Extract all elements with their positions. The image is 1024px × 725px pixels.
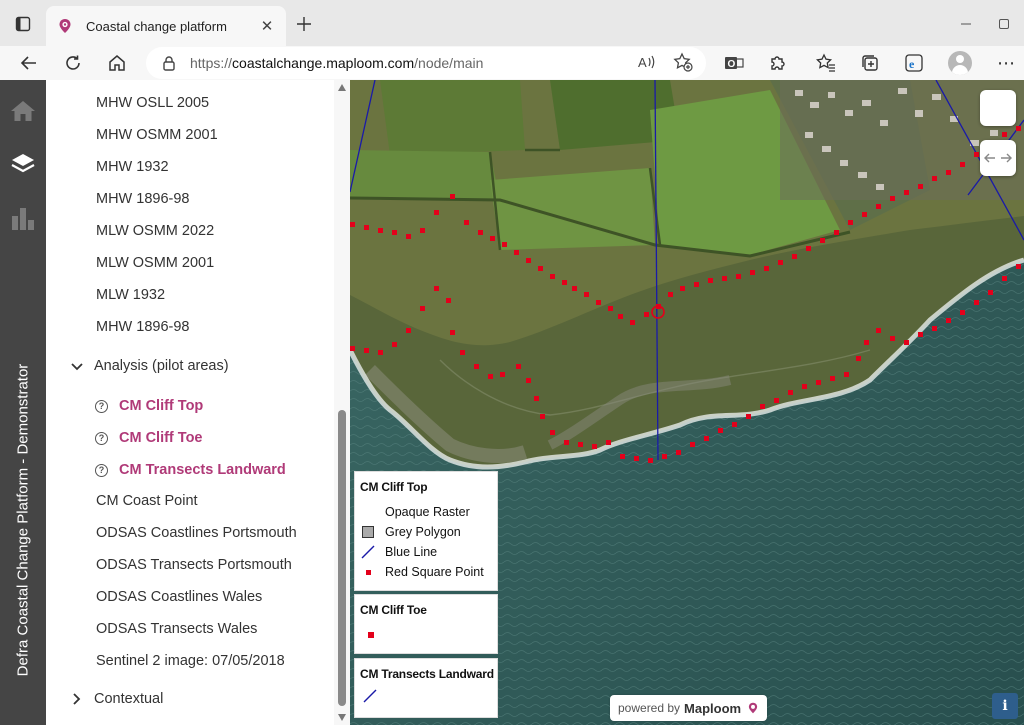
help-icon[interactable]: ?: [95, 464, 108, 477]
browser-toolbar: https://coastalchange.maploom.com/node/m…: [0, 46, 1024, 80]
read-aloud-icon[interactable]: A: [636, 51, 658, 73]
svg-text:e: e: [909, 57, 915, 71]
layer-item[interactable]: MLW 1932: [96, 287, 165, 303]
favorites-icon[interactable]: [814, 51, 838, 75]
help-icon[interactable]: ?: [95, 400, 108, 413]
minimize-icon[interactable]: [956, 14, 976, 34]
map-view[interactable]: CM Cliff Top Opaque Raster Grey Polygon …: [350, 80, 1024, 725]
extensions-puzzle-icon[interactable]: [766, 51, 790, 75]
legend-row: Blue Line: [361, 544, 437, 560]
new-tab-button[interactable]: [292, 12, 316, 36]
browser-tab-bar: Coastal change platform ✕: [0, 0, 1024, 46]
layer-item[interactable]: ODSAS Coastlines Portsmouth: [96, 525, 297, 541]
layer-item[interactable]: ODSAS Transects Wales: [96, 621, 257, 637]
grey-polygon-swatch: [361, 525, 375, 539]
internet-explorer-mode-icon[interactable]: e: [902, 51, 926, 75]
powered-by-badge[interactable]: powered by Maploom: [610, 695, 768, 721]
left-rail: Defra Coastal Change Platform - Demonstr…: [0, 80, 46, 725]
opaque-raster-swatch: [361, 505, 375, 519]
layer-item[interactable]: MHW OSMM 2001: [96, 127, 218, 143]
blue-line-swatch: [363, 689, 377, 708]
layers-icon[interactable]: [8, 150, 38, 180]
maximize-icon[interactable]: [994, 14, 1014, 34]
chart-icon[interactable]: [8, 204, 38, 234]
layer-item[interactable]: MHW OSLL 2005: [96, 95, 209, 111]
browser-tab[interactable]: Coastal change platform ✕: [46, 6, 286, 46]
legend-row: Grey Polygon: [361, 524, 461, 540]
layer-panel: MHW OSLL 2005 MHW OSMM 2001 MHW 1932 MHW…: [46, 80, 350, 725]
legend-title: CM Cliff Toe: [360, 603, 427, 617]
group-contextual[interactable]: Contextual: [94, 691, 163, 707]
layer-item[interactable]: MLW OSMM 2022: [96, 223, 214, 239]
layer-item[interactable]: MHW 1896-98: [96, 319, 189, 335]
layer-item[interactable]: CM Coast Point: [96, 493, 198, 509]
legend-cliff-top: CM Cliff Top Opaque Raster Grey Polygon …: [354, 471, 498, 591]
legend-cliff-toe: CM Cliff Toe: [354, 594, 498, 654]
layer-item-cliff-toe[interactable]: CM Cliff Toe: [119, 430, 203, 446]
legend-title: CM Cliff Top: [360, 480, 428, 494]
help-icon[interactable]: ?: [95, 432, 108, 445]
more-options-icon[interactable]: ⋯: [994, 51, 1018, 75]
extension-office-icon[interactable]: O: [722, 51, 746, 75]
legend-row: Red Square Point: [361, 564, 484, 580]
collections-icon[interactable]: [858, 51, 882, 75]
compare-swipe-button[interactable]: [980, 140, 1016, 176]
scroll-down-icon[interactable]: [338, 714, 346, 721]
info-button[interactable]: i: [992, 693, 1018, 719]
layer-panel-scrollbar[interactable]: [334, 80, 350, 725]
tab-close-icon[interactable]: ✕: [258, 17, 276, 35]
tab-actions-icon[interactable]: [12, 13, 34, 35]
red-point-swatch: [361, 565, 375, 579]
layer-item-transects-landward[interactable]: CM Transects Landward: [119, 462, 286, 478]
layer-item[interactable]: MHW 1896-98: [96, 191, 189, 207]
layer-item[interactable]: ODSAS Transects Portsmouth: [96, 557, 292, 573]
maploom-logo-icon: [747, 701, 759, 715]
chevron-right-icon[interactable]: [70, 692, 84, 706]
group-analysis[interactable]: Analysis (pilot areas): [94, 358, 229, 374]
swipe-arrows-icon: [984, 153, 1012, 163]
address-bar[interactable]: https://coastalchange.maploom.com/node/m…: [146, 47, 706, 79]
add-favorite-icon[interactable]: [672, 51, 694, 73]
red-point-swatch: [368, 632, 374, 638]
lock-icon[interactable]: [162, 55, 176, 71]
maploom-favicon-icon: [56, 17, 74, 35]
refresh-icon[interactable]: [60, 50, 86, 76]
layer-item-cliff-top[interactable]: CM Cliff Top: [119, 398, 203, 414]
svg-text:A: A: [638, 55, 647, 70]
scroll-up-icon[interactable]: [338, 84, 346, 91]
back-arrow-icon[interactable]: [16, 50, 42, 76]
legend-row: Opaque Raster: [361, 504, 470, 520]
svg-text:O: O: [728, 59, 736, 70]
layer-item[interactable]: MHW 1932: [96, 159, 169, 175]
layer-item[interactable]: Sentinel 2 image: 07/05/2018: [96, 653, 285, 669]
app: Defra Coastal Change Platform - Demonstr…: [0, 80, 1024, 725]
legend-title: CM Transects Landward: [360, 667, 494, 681]
home-icon[interactable]: [104, 50, 130, 76]
blue-line-swatch: [361, 545, 375, 559]
layer-item[interactable]: MLW OSMM 2001: [96, 255, 214, 271]
tab-title: Coastal change platform: [86, 18, 227, 34]
legend-transects: CM Transects Landward: [354, 658, 498, 718]
url-text: https://coastalchange.maploom.com/node/m…: [190, 55, 484, 71]
map-tool-button[interactable]: [980, 90, 1016, 126]
scrollbar-thumb[interactable]: [338, 410, 346, 706]
layer-item[interactable]: ODSAS Coastlines Wales: [96, 589, 262, 605]
home-icon[interactable]: [8, 96, 38, 126]
chevron-down-icon[interactable]: [70, 360, 84, 374]
app-title: Defra Coastal Change Platform - Demonstr…: [14, 363, 32, 677]
profile-avatar[interactable]: [948, 51, 972, 75]
